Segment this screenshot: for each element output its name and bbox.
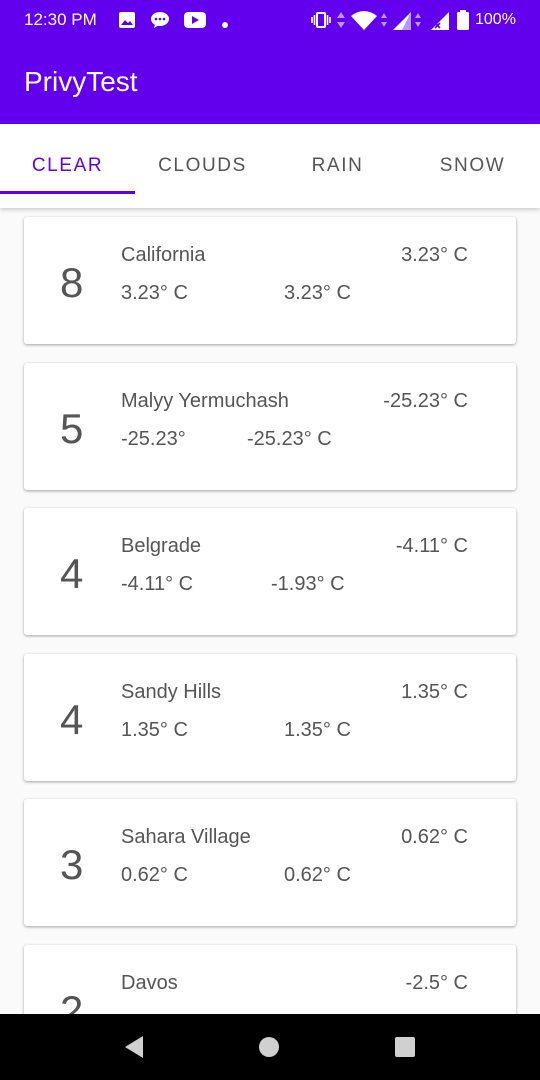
list-item[interactable]: 3 Sahara Village 0.62° C 0.62° C 0.62° C bbox=[24, 799, 516, 926]
back-icon[interactable] bbox=[121, 1034, 147, 1065]
status-time: 12:30 PM bbox=[24, 10, 97, 29]
tab-clouds[interactable]: CLOUDS bbox=[135, 124, 270, 208]
city-name: Belgrade bbox=[121, 535, 202, 557]
max-temp: -1.93° C bbox=[271, 573, 345, 595]
list-item[interactable]: 4 Sandy Hills 1.35° C 1.35° C 1.35° C bbox=[24, 654, 516, 781]
min-temp: 1.35° C bbox=[121, 719, 188, 741]
max-temp: -25.23° C bbox=[247, 428, 332, 450]
list-item[interactable]: 2 Davos -2.5° C bbox=[24, 945, 516, 1014]
rank-number: 4 bbox=[60, 550, 84, 597]
rank-number: 2 bbox=[60, 987, 84, 1014]
app-bar: PrivyTest bbox=[0, 40, 540, 124]
city-name: Davos bbox=[121, 972, 178, 994]
data-arrows-icon bbox=[380, 11, 388, 34]
current-temp: -25.23° C bbox=[383, 390, 468, 412]
min-temp: -25.23° bbox=[121, 428, 186, 450]
vibrate-icon bbox=[310, 11, 332, 34]
chat-bubble-icon bbox=[150, 11, 170, 34]
current-temp: 3.23° C bbox=[401, 244, 468, 266]
youtube-icon bbox=[183, 11, 207, 34]
min-temp: -4.11° C bbox=[121, 573, 194, 595]
city-name: Sandy Hills bbox=[121, 681, 222, 703]
city-name: California bbox=[121, 244, 206, 266]
list-item[interactable]: 8 California 3.23° C 3.23° C 3.23° C bbox=[24, 217, 516, 344]
max-temp: 0.62° C bbox=[284, 864, 351, 886]
battery-percent: 100% bbox=[475, 11, 516, 28]
rank-number: 8 bbox=[60, 259, 84, 306]
tab-bar: CLEAR CLOUDS RAIN SNOW bbox=[0, 124, 540, 208]
image-icon bbox=[118, 11, 136, 34]
current-temp: -2.5° C bbox=[405, 972, 468, 994]
navigation-bar bbox=[0, 1014, 540, 1080]
data-arrows-icon bbox=[336, 11, 346, 34]
app-title: PrivyTest bbox=[24, 66, 138, 97]
rank-number: 5 bbox=[60, 405, 84, 452]
min-temp: 3.23° C bbox=[121, 282, 188, 304]
min-temp: 0.62° C bbox=[121, 864, 188, 886]
recents-icon[interactable] bbox=[394, 1036, 416, 1063]
current-temp: 1.35° C bbox=[401, 681, 468, 703]
rank-number: 3 bbox=[60, 841, 84, 888]
list-item[interactable]: 5 Malyy Yermuchash -25.23° C -25.23° -25… bbox=[24, 363, 516, 490]
tab-indicator bbox=[0, 191, 135, 194]
status-bar: 12:30 PM 100% bbox=[0, 0, 540, 40]
current-temp: 0.62° C bbox=[401, 826, 468, 848]
home-icon[interactable] bbox=[258, 1036, 280, 1063]
max-temp: 1.35° C bbox=[284, 719, 351, 741]
signal-no-sim-icon bbox=[430, 11, 452, 36]
city-list[interactable]: 8 California 3.23° C 3.23° C 3.23° C 5 M… bbox=[0, 208, 540, 1014]
current-temp: -4.11° C bbox=[395, 535, 468, 557]
rank-number: 4 bbox=[60, 696, 84, 743]
data-arrows-icon bbox=[414, 11, 422, 34]
list-item[interactable]: 4 Belgrade -4.11° C -4.11° C -1.93° C bbox=[24, 508, 516, 635]
city-name: Malyy Yermuchash bbox=[121, 390, 289, 412]
tab-rain[interactable]: RAIN bbox=[270, 124, 405, 208]
signal-icon bbox=[392, 11, 414, 36]
wifi-icon bbox=[350, 11, 378, 36]
city-name: Sahara Village bbox=[121, 826, 251, 848]
tab-clear[interactable]: CLEAR bbox=[0, 124, 135, 208]
notification-dot-icon bbox=[221, 16, 229, 34]
battery-icon bbox=[457, 10, 469, 35]
max-temp: 3.23° C bbox=[284, 282, 351, 304]
tab-snow[interactable]: SNOW bbox=[405, 124, 540, 208]
